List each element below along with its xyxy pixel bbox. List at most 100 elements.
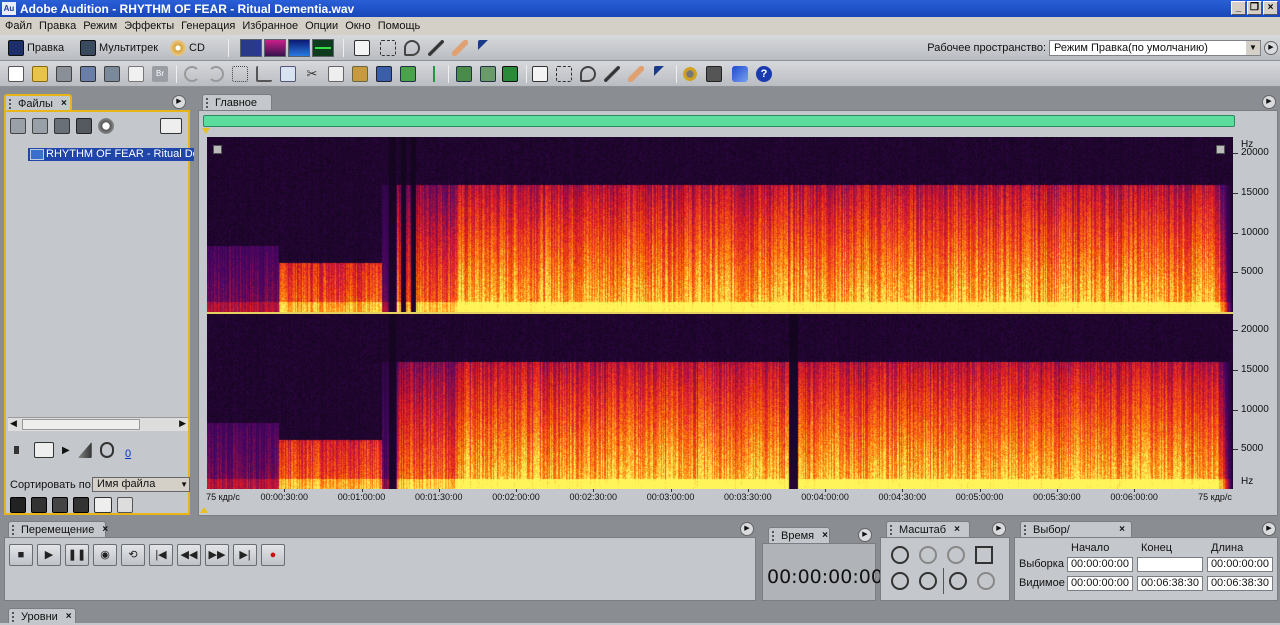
show-full-path-icon[interactable] — [94, 497, 112, 513]
start-marker-icon[interactable] — [202, 128, 210, 134]
selection-end-field[interactable] — [1137, 557, 1203, 572]
copy-button[interactable] — [328, 65, 344, 83]
time-tab[interactable]: Время × — [768, 527, 830, 544]
transport-menu-icon[interactable]: ▶ — [740, 522, 754, 536]
marquee-tool-2[interactable] — [556, 65, 572, 83]
zoom-out-vertical-icon[interactable] — [977, 572, 995, 590]
channel-left[interactable] — [207, 137, 1233, 312]
menu-file[interactable]: Файл — [4, 20, 38, 32]
show-video-icon[interactable] — [73, 497, 89, 513]
menu-help[interactable]: Помощь — [377, 20, 427, 32]
channel-right[interactable] — [207, 314, 1233, 489]
close-icon[interactable]: × — [822, 530, 828, 544]
files-horizontal-scrollbar[interactable]: ◀ ▶ — [8, 417, 188, 431]
brush-tool-2[interactable] — [604, 65, 620, 83]
show-midi-icon[interactable] — [52, 497, 68, 513]
menu-effects[interactable]: Эффекты — [123, 20, 180, 32]
cut-button[interactable]: ✂ — [304, 65, 320, 83]
lasso-tool[interactable] — [404, 39, 420, 57]
insert-multitrack-icon[interactable] — [54, 118, 70, 134]
trim-button[interactable] — [256, 65, 272, 83]
zoom-left-edge-icon[interactable] — [891, 572, 909, 590]
close-icon[interactable]: × — [954, 524, 960, 538]
scrub-tool[interactable] — [478, 39, 494, 57]
insert-cd-icon[interactable] — [76, 118, 92, 134]
help-button[interactable]: ? — [756, 65, 772, 83]
selection-menu-icon[interactable]: ▶ — [1262, 522, 1276, 536]
play-view-button[interactable]: ◉ — [93, 544, 117, 566]
marker-button[interactable] — [426, 65, 442, 83]
redo-button[interactable] — [208, 65, 224, 83]
audio-hardware-button[interactable] — [706, 65, 722, 83]
zoom-in-vertical-icon[interactable] — [949, 572, 967, 590]
workspace-select[interactable]: Режим Правка(по умолчанию) ▼ — [1049, 40, 1261, 56]
edit-file-icon[interactable] — [98, 118, 114, 134]
paste-new-button[interactable] — [376, 65, 392, 83]
time-selection-tool[interactable] — [354, 39, 370, 57]
zoom-out-horizontal-icon[interactable] — [919, 546, 937, 564]
main-tab[interactable]: Главное — [202, 94, 272, 111]
rewind-button[interactable]: ◀◀ — [177, 544, 201, 566]
menu-view[interactable]: Режим — [82, 20, 123, 32]
speaker-icon[interactable] — [12, 442, 26, 458]
show-audio-icon[interactable] — [10, 497, 26, 513]
save-button[interactable] — [56, 65, 72, 83]
sort-select[interactable]: Имя файла ▼ — [92, 477, 190, 492]
zoom-out-full-icon[interactable] — [947, 546, 965, 564]
select-all-button[interactable] — [232, 65, 248, 83]
file-info-button[interactable] — [128, 65, 144, 83]
play-preview-icon[interactable]: ▶ — [62, 445, 70, 456]
copy-new-button[interactable] — [280, 65, 296, 83]
transport-tab[interactable]: Перемещение × — [8, 521, 108, 538]
selection-start-field[interactable]: 00:00:00:00 — [1067, 557, 1133, 572]
save-as-button[interactable] — [80, 65, 96, 83]
bridge-button[interactable]: Br — [152, 65, 168, 83]
view-options-icon[interactable] — [160, 118, 182, 134]
fast-forward-button[interactable]: ▶▶ — [205, 544, 229, 566]
import-icon[interactable] — [10, 118, 26, 134]
phase-view-button[interactable] — [312, 39, 334, 57]
spectral-display[interactable] — [207, 137, 1233, 489]
save-all-button[interactable] — [104, 65, 120, 83]
view-length-field[interactable]: 00:06:38:30 — [1207, 576, 1273, 591]
volume-value[interactable]: 0 — [125, 448, 131, 460]
scroll-right-icon[interactable]: ▶ — [179, 418, 186, 429]
files-panel-menu-icon[interactable]: ▶ — [172, 95, 186, 109]
zoom-corner-right-icon[interactable] — [1216, 145, 1225, 154]
cd-view-button[interactable]: CD — [170, 39, 205, 57]
menu-window[interactable]: Окно — [344, 20, 377, 32]
playhead-marker-icon[interactable] — [200, 507, 208, 513]
zero-cross-button[interactable] — [480, 65, 496, 83]
toolbar-menu-icon[interactable]: ▶ — [1264, 41, 1278, 55]
menu-options[interactable]: Опции — [304, 20, 344, 32]
open-button[interactable] — [32, 65, 48, 83]
files-tab[interactable]: Файлы × — [4, 94, 72, 111]
menu-generate[interactable]: Генерация — [180, 20, 241, 32]
scrub-tool-2[interactable] — [654, 65, 670, 83]
close-icon[interactable]: × — [1119, 524, 1125, 538]
time-menu-icon[interactable]: ▶ — [858, 528, 872, 542]
lasso-tool-2[interactable] — [580, 65, 596, 83]
show-loops-icon[interactable] — [31, 497, 47, 513]
selection-length-field[interactable]: 00:00:00:00 — [1207, 557, 1273, 572]
time-ruler[interactable]: 75 кдр/с 75 кдр/с 00:00:30:00 00:01:00:00… — [206, 489, 1233, 505]
zoom-in-horizontal-icon[interactable] — [891, 546, 909, 564]
selection-view-tab[interactable]: Выбор/Видимое × — [1020, 521, 1132, 548]
edit-view-button[interactable]: Правка — [8, 39, 64, 57]
brush-tool[interactable] — [428, 39, 444, 57]
scrollbar-thumb[interactable] — [22, 419, 140, 430]
stop-button[interactable]: ■ — [9, 544, 33, 566]
healing-tool-2[interactable] — [628, 65, 644, 83]
settings-button[interactable] — [682, 65, 698, 83]
restore-button[interactable]: ❐ — [1247, 1, 1262, 15]
close-button[interactable]: × — [1263, 1, 1278, 15]
minimize-button[interactable]: _ — [1231, 1, 1246, 15]
effects-button[interactable] — [732, 65, 748, 83]
pan-view-button[interactable] — [288, 39, 310, 57]
close-file-icon[interactable] — [32, 118, 48, 134]
scroll-left-icon[interactable]: ◀ — [10, 418, 17, 429]
show-cue-icon[interactable] — [117, 497, 133, 513]
overview-bar[interactable] — [203, 115, 1235, 127]
marquee-tool[interactable] — [380, 39, 396, 57]
menu-edit[interactable]: Правка — [38, 20, 82, 32]
